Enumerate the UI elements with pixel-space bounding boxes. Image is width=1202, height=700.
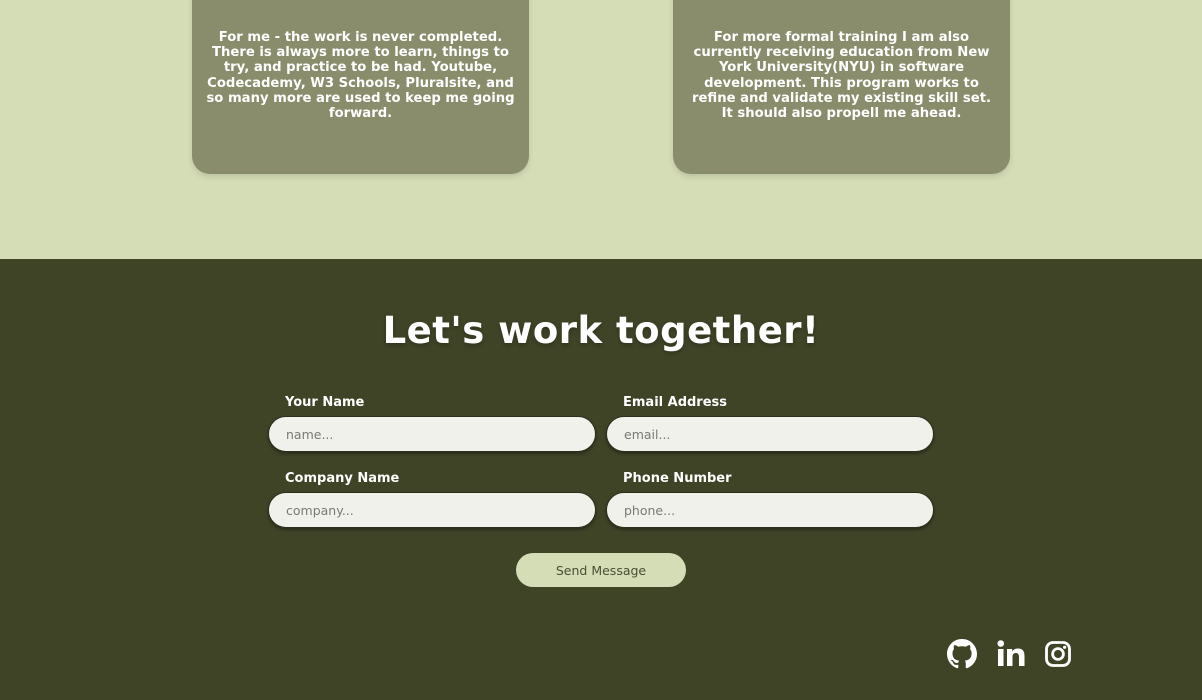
name-input[interactable] bbox=[268, 416, 596, 452]
email-input[interactable] bbox=[606, 416, 934, 452]
instagram-link[interactable] bbox=[1043, 638, 1073, 670]
linkedin-icon bbox=[997, 640, 1025, 666]
instagram-icon bbox=[1045, 641, 1071, 667]
name-label: Your Name bbox=[285, 395, 365, 410]
contact-section: Let's work together! Your Name Email Add… bbox=[0, 259, 1202, 700]
send-message-button[interactable]: Send Message bbox=[516, 553, 686, 587]
about-section: For me - the work is never completed. Th… bbox=[0, 0, 1202, 259]
company-label: Company Name bbox=[285, 471, 400, 486]
email-field-group: Email Address bbox=[606, 395, 934, 452]
phone-input[interactable] bbox=[606, 492, 934, 528]
company-input[interactable] bbox=[268, 492, 596, 528]
education-card: For more formal training I am also curre… bbox=[673, 0, 1010, 174]
email-label: Email Address bbox=[623, 395, 728, 410]
github-link[interactable] bbox=[947, 638, 977, 670]
name-field-group: Your Name bbox=[268, 395, 596, 452]
phone-label: Phone Number bbox=[623, 471, 732, 486]
learning-card: For me - the work is never completed. Th… bbox=[192, 0, 529, 174]
education-card-text: For more formal training I am also curre… bbox=[691, 30, 992, 122]
github-icon bbox=[947, 639, 977, 669]
company-field-group: Company Name bbox=[268, 471, 596, 528]
learning-card-text: For me - the work is never completed. Th… bbox=[206, 30, 515, 122]
contact-title: Let's work together! bbox=[382, 309, 820, 352]
phone-field-group: Phone Number bbox=[606, 471, 934, 528]
linkedin-link[interactable] bbox=[996, 638, 1026, 670]
